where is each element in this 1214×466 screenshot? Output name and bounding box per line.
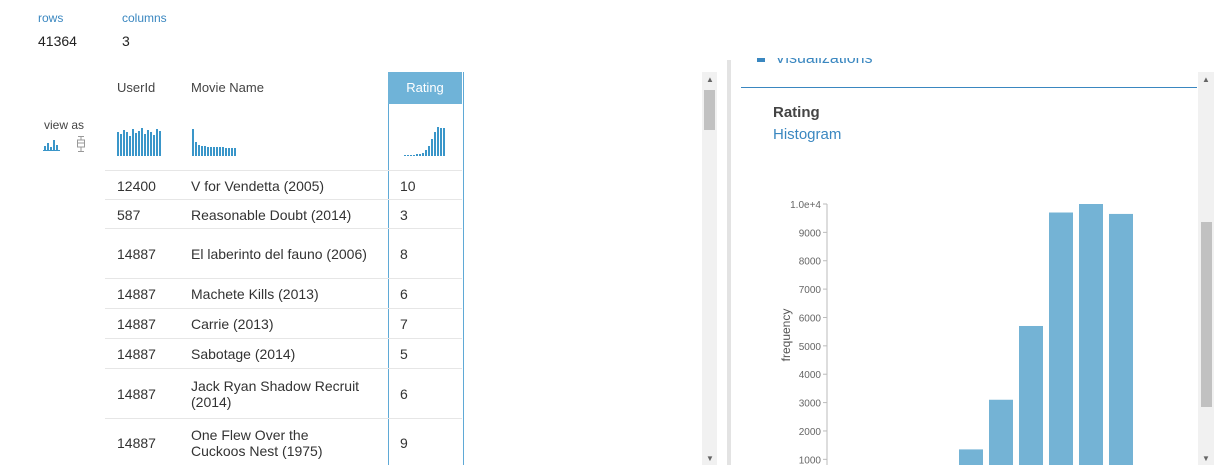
cell-userid: 12400 bbox=[117, 177, 156, 194]
visualizations-header[interactable]: Visualizations bbox=[741, 58, 1197, 88]
scroll-up-arrow[interactable]: ▲ bbox=[703, 75, 717, 84]
y-tick-label: 4000 bbox=[799, 370, 822, 381]
cell-rating: 7 bbox=[400, 316, 408, 332]
panel-divider[interactable] bbox=[727, 60, 731, 465]
histogram-bar[interactable] bbox=[1019, 325, 1043, 465]
boxplot-view-icon[interactable] bbox=[76, 136, 86, 152]
cell-userid: 14887 bbox=[117, 386, 156, 402]
table-row[interactable]: 14887 Sabotage (2014) 5 bbox=[105, 338, 462, 369]
cell-userid: 14887 bbox=[117, 316, 156, 332]
cell-userid: 14887 bbox=[117, 346, 156, 362]
chart-type-link[interactable]: Histogram bbox=[773, 126, 841, 143]
histogram-bar[interactable] bbox=[1109, 213, 1133, 465]
table-scrollbar-thumb[interactable] bbox=[704, 90, 715, 130]
movie-name-sparkline bbox=[192, 128, 236, 156]
histogram-bar[interactable] bbox=[1079, 204, 1103, 465]
cell-rating: 9 bbox=[400, 434, 408, 451]
y-tick-label: 1000 bbox=[799, 455, 822, 465]
cell-rating: 10 bbox=[400, 177, 416, 194]
cell-rating: 5 bbox=[400, 346, 408, 362]
rows-count: 41364 bbox=[38, 33, 77, 49]
y-tick-label: 2000 bbox=[799, 427, 822, 438]
histogram-view-icon[interactable] bbox=[43, 137, 61, 151]
selected-column-name: Rating bbox=[773, 104, 820, 121]
cell-movie-name: El laberinto del fauno (2006) bbox=[191, 246, 367, 262]
collapse-toggle-icon[interactable] bbox=[757, 58, 765, 62]
column-header-userid[interactable]: UserId bbox=[117, 72, 155, 104]
cell-movie-name: Jack Ryan Shadow Recruit (2014) bbox=[191, 378, 360, 410]
cell-rating: 6 bbox=[400, 386, 408, 402]
columns-count: 3 bbox=[122, 33, 130, 49]
histogram-bar[interactable] bbox=[959, 449, 983, 465]
cell-movie-name: One Flew Over the Cuckoos Nest (1975) bbox=[191, 426, 323, 459]
table-row[interactable]: 14887 Machete Kills (2013) 6 bbox=[105, 278, 462, 309]
cell-rating: 6 bbox=[400, 286, 408, 302]
rating-sparkline bbox=[404, 127, 445, 156]
y-tick-label: 3000 bbox=[799, 399, 822, 410]
table-row[interactable]: 14887 Carrie (2013) 7 bbox=[105, 308, 462, 339]
y-tick-label: 7000 bbox=[799, 285, 822, 296]
scroll-down-arrow[interactable]: ▼ bbox=[703, 454, 717, 463]
panel-scrollbar-thumb[interactable] bbox=[1201, 222, 1212, 407]
rows-label: rows bbox=[38, 11, 64, 25]
cell-movie-name: Machete Kills (2013) bbox=[191, 286, 319, 302]
cell-userid: 587 bbox=[117, 206, 141, 223]
panel-scroll-up-arrow[interactable]: ▲ bbox=[1199, 75, 1213, 84]
cell-userid: 14887 bbox=[117, 246, 156, 262]
view-as-label: view as bbox=[44, 118, 85, 132]
y-tick-label: 1.0e+4 bbox=[790, 200, 821, 211]
cell-rating: 8 bbox=[400, 246, 408, 262]
table-row[interactable]: 14887 El laberinto del fauno (2006) 8 bbox=[105, 228, 462, 279]
rating-histogram: 1000 2000 3000 4000 5000 6000 7000 8000 9000 1.0e… bbox=[779, 200, 1133, 465]
histogram-bar[interactable] bbox=[989, 399, 1013, 465]
table-scrollbar[interactable] bbox=[702, 72, 717, 465]
cell-rating: 3 bbox=[400, 206, 408, 223]
panel-scroll-down-arrow[interactable]: ▼ bbox=[1199, 454, 1213, 463]
column-header-movie-name[interactable]: Movie Name bbox=[191, 72, 264, 104]
column-header-rating[interactable]: Rating bbox=[388, 72, 462, 104]
table-row[interactable]: 14887 Jack Ryan Shadow Recruit (2014) 6 bbox=[105, 368, 462, 419]
columns-label: columns bbox=[122, 11, 167, 25]
userid-sparkline bbox=[117, 128, 161, 156]
cell-userid: 14887 bbox=[117, 286, 156, 302]
y-tick-label: 6000 bbox=[799, 313, 822, 324]
y-axis-label: frequency bbox=[779, 309, 793, 362]
table-row[interactable]: 587 Reasonable Doubt (2014) 3 bbox=[105, 199, 462, 229]
y-tick-label: 5000 bbox=[799, 342, 822, 353]
cell-userid: 14887 bbox=[117, 434, 156, 451]
cell-movie-name: Reasonable Doubt (2014) bbox=[191, 206, 352, 223]
cell-movie-name: Carrie (2013) bbox=[191, 316, 274, 332]
table-row[interactable]: 14887 One Flew Over the Cuckoos Nest (19… bbox=[105, 418, 462, 466]
y-tick-label: 9000 bbox=[799, 228, 822, 239]
section-title: Visualizations bbox=[775, 58, 873, 67]
cell-movie-name: V for Vendetta (2005) bbox=[191, 177, 325, 194]
table-row[interactable]: 12400 V for Vendetta (2005) 10 bbox=[105, 170, 462, 200]
histogram-bar[interactable] bbox=[1049, 212, 1073, 465]
y-tick-label: 8000 bbox=[799, 257, 822, 268]
cell-movie-name: Sabotage (2014) bbox=[191, 346, 296, 362]
